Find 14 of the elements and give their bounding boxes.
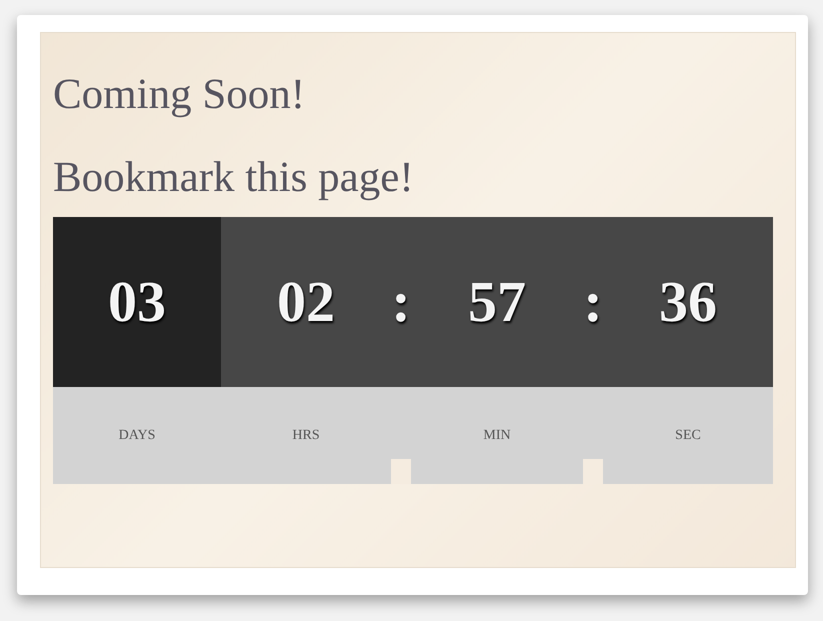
time-value: 02 [277,273,335,331]
colon-separator: : [583,273,603,331]
unit-label: SEC [675,427,701,445]
unit-label: DAYS [118,427,156,445]
unit-label: HRS [292,427,320,445]
days-value: 03 [108,273,166,331]
heading-text: Coming Soon! [53,73,306,116]
unit-label: MIN [483,427,511,445]
colon-separator: : [391,273,411,331]
heading-text: Bookmark this page! [53,156,415,199]
notch [583,459,603,484]
time-value: 36 [659,273,717,331]
notch [391,459,411,484]
time-value: 57 [468,273,526,331]
